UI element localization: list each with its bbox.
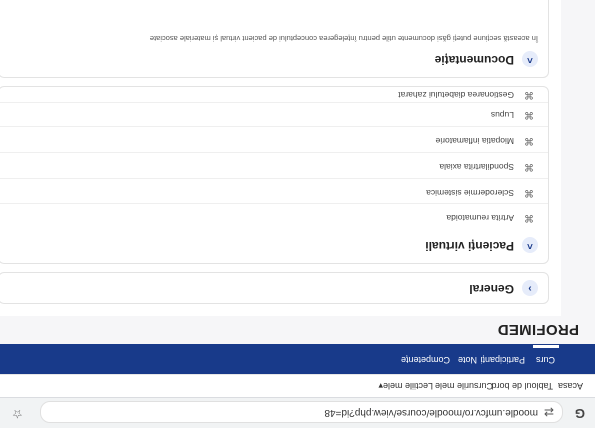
tab-course[interactable]: Curs (536, 355, 555, 365)
item-label: Spondilartrita axiala (439, 161, 514, 172)
section-general[interactable]: › General (0, 272, 549, 304)
hub-icon: ⌘ (524, 135, 534, 146)
list-item[interactable]: ⌘ Sclerodermie sistemica (426, 186, 534, 198)
divider (0, 178, 548, 179)
site-settings-icon[interactable]: ⇄ (544, 405, 554, 419)
section-title-documentation: Documentație (434, 52, 514, 67)
item-label: Sclerodermie sistemica (426, 187, 514, 198)
list-item[interactable]: ⌘ Lupus (491, 108, 534, 120)
item-label: Artrita reumatoida (446, 212, 514, 223)
google-icon[interactable]: G (569, 405, 585, 421)
url-text: moodle.umfcv.ro/moodle/course/view.php?i… (324, 407, 538, 418)
divider (0, 152, 548, 153)
chevron-up-icon[interactable]: ˄ (522, 237, 538, 253)
section-title-general: General (469, 281, 514, 296)
item-label: Miopatia inflamatorie (435, 135, 514, 146)
screen: G ⇄ moodle.umfcv.ro/moodle/course/view.p… (0, 0, 595, 428)
chevron-down-icon[interactable]: ▾ (378, 380, 383, 391)
hub-icon: ⌘ (524, 109, 534, 120)
section-documentation[interactable]: ˄ Documentație În această secțiune puteți… (0, 0, 549, 78)
section-virtual-patients[interactable]: ˄ Pacienți virtuali ⌘ Artrita reumatoida ⌘… (0, 86, 549, 264)
page-title: PROFIMED (497, 321, 579, 338)
divider (0, 203, 548, 204)
section-title-virtual-patients: Pacienți virtuali (425, 238, 514, 253)
list-item[interactable]: ⌘ Miopatia inflamatorie (436, 134, 534, 146)
chevron-right-icon[interactable]: › (522, 280, 538, 296)
bookmark-my-lessons[interactable]: Lectiile mele (383, 381, 433, 391)
section-header-general[interactable]: › General (469, 280, 538, 296)
bookmarks-bar: Acasa Tabloul de bord Cursurile mele Lec… (0, 374, 595, 397)
course-content: › General ˄ Pacienți virtuali ⌘ Artrita reu… (0, 0, 561, 316)
tab-participants[interactable]: Participanți (480, 355, 525, 365)
hub-icon: ⌘ (524, 187, 534, 198)
tab-grades[interactable]: Note (458, 355, 477, 365)
divider (0, 102, 548, 103)
hub-icon: ⌘ (524, 161, 534, 172)
chevron-up-icon[interactable]: ˄ (522, 51, 538, 67)
hub-icon: ⌘ (524, 89, 534, 100)
section-header-documentation[interactable]: ˄ Documentație (435, 51, 538, 67)
bookmark-dashboard[interactable]: Tabloul de bord (491, 381, 553, 391)
item-label: Gestionarea diabetului zaharat (398, 89, 514, 100)
hub-icon: ⌘ (524, 212, 534, 223)
course-header: PROFIMED (0, 316, 595, 344)
url-field[interactable]: ⇄ moodle.umfcv.ro/moodle/course/view.php… (40, 401, 563, 423)
list-item[interactable]: ⌘ Gestionarea diabetului zaharat (398, 88, 534, 100)
list-item[interactable]: ⌘ Spondilartrita axiala (439, 160, 534, 172)
section-description: În această secțiune puteți găsi document… (149, 34, 538, 43)
section-header-virtual-patients[interactable]: ˄ Pacienți virtuali (425, 237, 538, 253)
divider (0, 126, 548, 127)
bookmark-home[interactable]: Acasa (558, 381, 583, 391)
tab-competencies[interactable]: Competențe (401, 355, 450, 365)
item-label: Lupus (490, 109, 514, 120)
bookmark-star-icon[interactable]: ☆ (12, 407, 23, 421)
address-bar: G ⇄ moodle.umfcv.ro/moodle/course/view.p… (0, 397, 595, 428)
course-navbar: Curs Participanți Note Competențe (0, 344, 595, 374)
bookmark-my-courses[interactable]: Cursurile mele (435, 381, 493, 391)
active-tab-indicator (533, 345, 559, 348)
list-item[interactable]: ⌘ Artrita reumatoida (446, 211, 534, 223)
